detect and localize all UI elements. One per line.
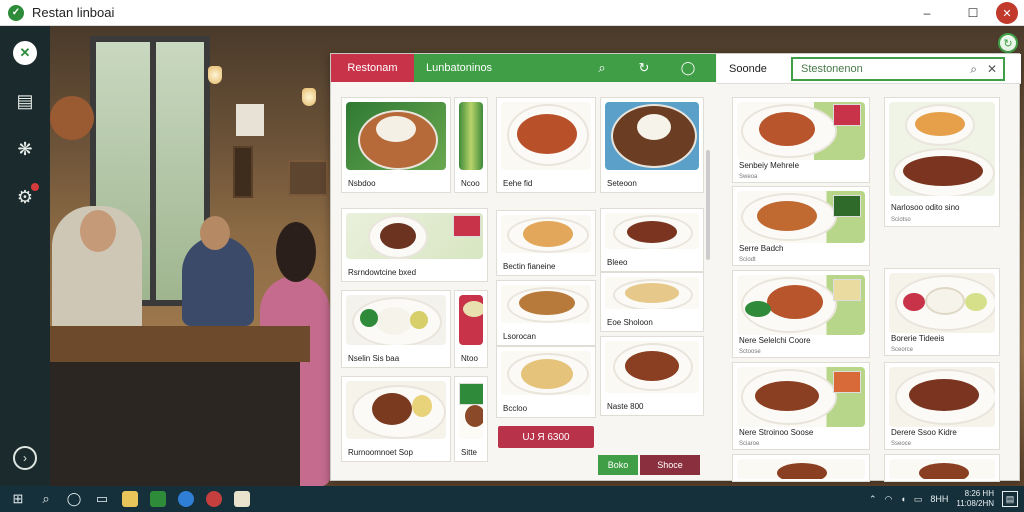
order-button[interactable]: UJ Я 6300: [498, 426, 594, 448]
title-bar: ✓ Restan linboai ‒ ☐ ✕: [0, 0, 1024, 26]
menu-card[interactable]: Bleeo: [600, 208, 704, 272]
files-icon[interactable]: [116, 486, 144, 512]
menu-card[interactable]: Nselin Sis baa: [341, 290, 451, 368]
start-icon[interactable]: ⊞: [4, 486, 32, 512]
search-input[interactable]: Stestonenon ⌕ ✕: [791, 56, 1005, 81]
photos-icon[interactable]: [228, 486, 256, 512]
menu-card[interactable]: Lsorocan: [496, 280, 596, 346]
menu-card[interactable]: Eoe Sholoon: [600, 272, 704, 332]
close-button[interactable]: ✕: [996, 2, 1018, 24]
sidebar-logo-icon[interactable]: ✕: [12, 40, 38, 66]
menu-card[interactable]: Ncoo: [454, 97, 488, 193]
notification-icon[interactable]: ▤: [1002, 491, 1018, 507]
search-icon[interactable]: ⌕: [32, 486, 60, 512]
refresh-icon[interactable]: ↻: [636, 60, 652, 76]
right-panel-header: Soonde Stestonenon ⌕ ✕: [717, 54, 1021, 84]
tab-restonam[interactable]: Restonam: [331, 54, 414, 82]
notification-dot: [31, 183, 39, 191]
menu-card[interactable]: Borerie Tideeis Sceorce: [884, 268, 1000, 356]
menu-card[interactable]: Narlosoo odito sino Sciotso: [884, 97, 1000, 227]
menu-card[interactable]: [884, 454, 1000, 482]
tray-chevron-icon[interactable]: ⌃: [869, 494, 877, 505]
scene-lamp: [302, 88, 316, 106]
scene-person-head: [200, 216, 230, 250]
menu-card[interactable]: Nere Stroinoo Soose Sciaroe: [732, 362, 870, 450]
scene-basket: [50, 96, 94, 140]
clock[interactable]: 8:26 HH 11:08/2HN: [956, 489, 994, 509]
right-panel-label: Soonde: [729, 62, 767, 75]
menu-scrollbar[interactable]: [706, 150, 710, 260]
refresh-icon[interactable]: ↻: [998, 33, 1018, 53]
scene-picture-frame: [288, 160, 328, 196]
menu-card[interactable]: Nere Selelchi Coore Sctoose: [732, 270, 870, 358]
share-button[interactable]: Shoce: [640, 455, 700, 475]
clock-time: 8:26 HH: [964, 489, 994, 498]
window-title: Restan linboai: [32, 5, 115, 20]
chat-icon[interactable]: ◯: [680, 60, 696, 76]
left-sidebar: ✕ ▤ ❋ ⚙ ›: [0, 26, 50, 486]
search-value: Stestonenon: [801, 62, 863, 75]
system-tray: ⌃ ◠ ◖ ▭ 8HH 8:26 HH 11:08/2HN: [869, 486, 994, 512]
scene-ac-unit: [236, 104, 264, 136]
tab-label: Lunbatoninos: [426, 62, 493, 74]
app-logo-icon: ✓: [8, 4, 24, 21]
menu-card[interactable]: Nsbdoo: [341, 97, 451, 193]
battery-icon[interactable]: ▭: [914, 494, 923, 505]
taskbar: ⊞ ⌕ ◯ ▭ ⌃ ◠ ◖ ▭ 8HH 8:26 HH 11:08/2HN ▤: [0, 486, 1024, 512]
tray-text: 8HH: [930, 494, 949, 504]
app-tab-bar: Restonam Lunbatoninos ⌕ ↻ ◯: [331, 54, 716, 82]
menu-card[interactable]: Rurnoomnoet Sop: [341, 376, 451, 462]
chrome-icon[interactable]: [200, 486, 228, 512]
grid-icon[interactable]: ▤: [12, 88, 38, 114]
browser-icon[interactable]: [172, 486, 200, 512]
menu-card[interactable]: Sitte: [454, 376, 488, 462]
search-icon[interactable]: ⌕: [970, 62, 977, 77]
menu-card[interactable]: Derere Ssoo Kidre Sseoce: [884, 362, 1000, 450]
scene-picture-frame: [233, 146, 253, 198]
scene-floor: [50, 362, 300, 486]
scene-person-hair: [276, 222, 316, 282]
excel-icon[interactable]: [144, 486, 172, 512]
clear-icon[interactable]: ✕: [987, 62, 997, 76]
menu-card[interactable]: Senbeiy Mehrele Sweoa: [732, 97, 870, 183]
menu-card[interactable]: Naste 800: [600, 336, 704, 416]
confirm-button[interactable]: Boko: [598, 455, 638, 475]
clock-date: 11:08/2HN: [956, 499, 994, 508]
wifi-icon[interactable]: ◠: [885, 494, 893, 505]
menu-card[interactable]: Eehe fid: [496, 97, 596, 193]
menu-card[interactable]: Ntoo: [454, 290, 488, 368]
window-controls: ‒ ☐ ✕: [904, 0, 1024, 26]
menu-card[interactable]: Serre Badch Sciodt: [732, 186, 870, 266]
expand-sidebar-icon[interactable]: ›: [13, 446, 37, 470]
menu-card[interactable]: Bectin fianeine: [496, 210, 596, 276]
chat-icon[interactable]: ◯: [60, 486, 88, 512]
tab-lunbatoninos[interactable]: Lunbatoninos ⌕ ↻ ◯: [414, 54, 716, 82]
menu-card[interactable]: Rsrndowtcine bxed: [341, 208, 488, 282]
scene-lamp: [208, 66, 222, 84]
brain-icon[interactable]: ❋: [12, 136, 38, 162]
scene-table: [50, 326, 310, 362]
taskview-icon[interactable]: ▭: [88, 486, 116, 512]
menu-card[interactable]: [732, 454, 870, 482]
maximize-button[interactable]: ☐: [950, 0, 996, 26]
scene-person-head: [80, 210, 116, 252]
volume-icon[interactable]: ◖: [900, 494, 905, 504]
settings-icon[interactable]: ⚙: [12, 183, 39, 210]
search-icon[interactable]: ⌕: [594, 60, 610, 76]
menu-card[interactable]: Bccloo: [496, 346, 596, 418]
minimize-button[interactable]: ‒: [904, 0, 950, 26]
menu-card[interactable]: Seteoon: [600, 97, 704, 193]
